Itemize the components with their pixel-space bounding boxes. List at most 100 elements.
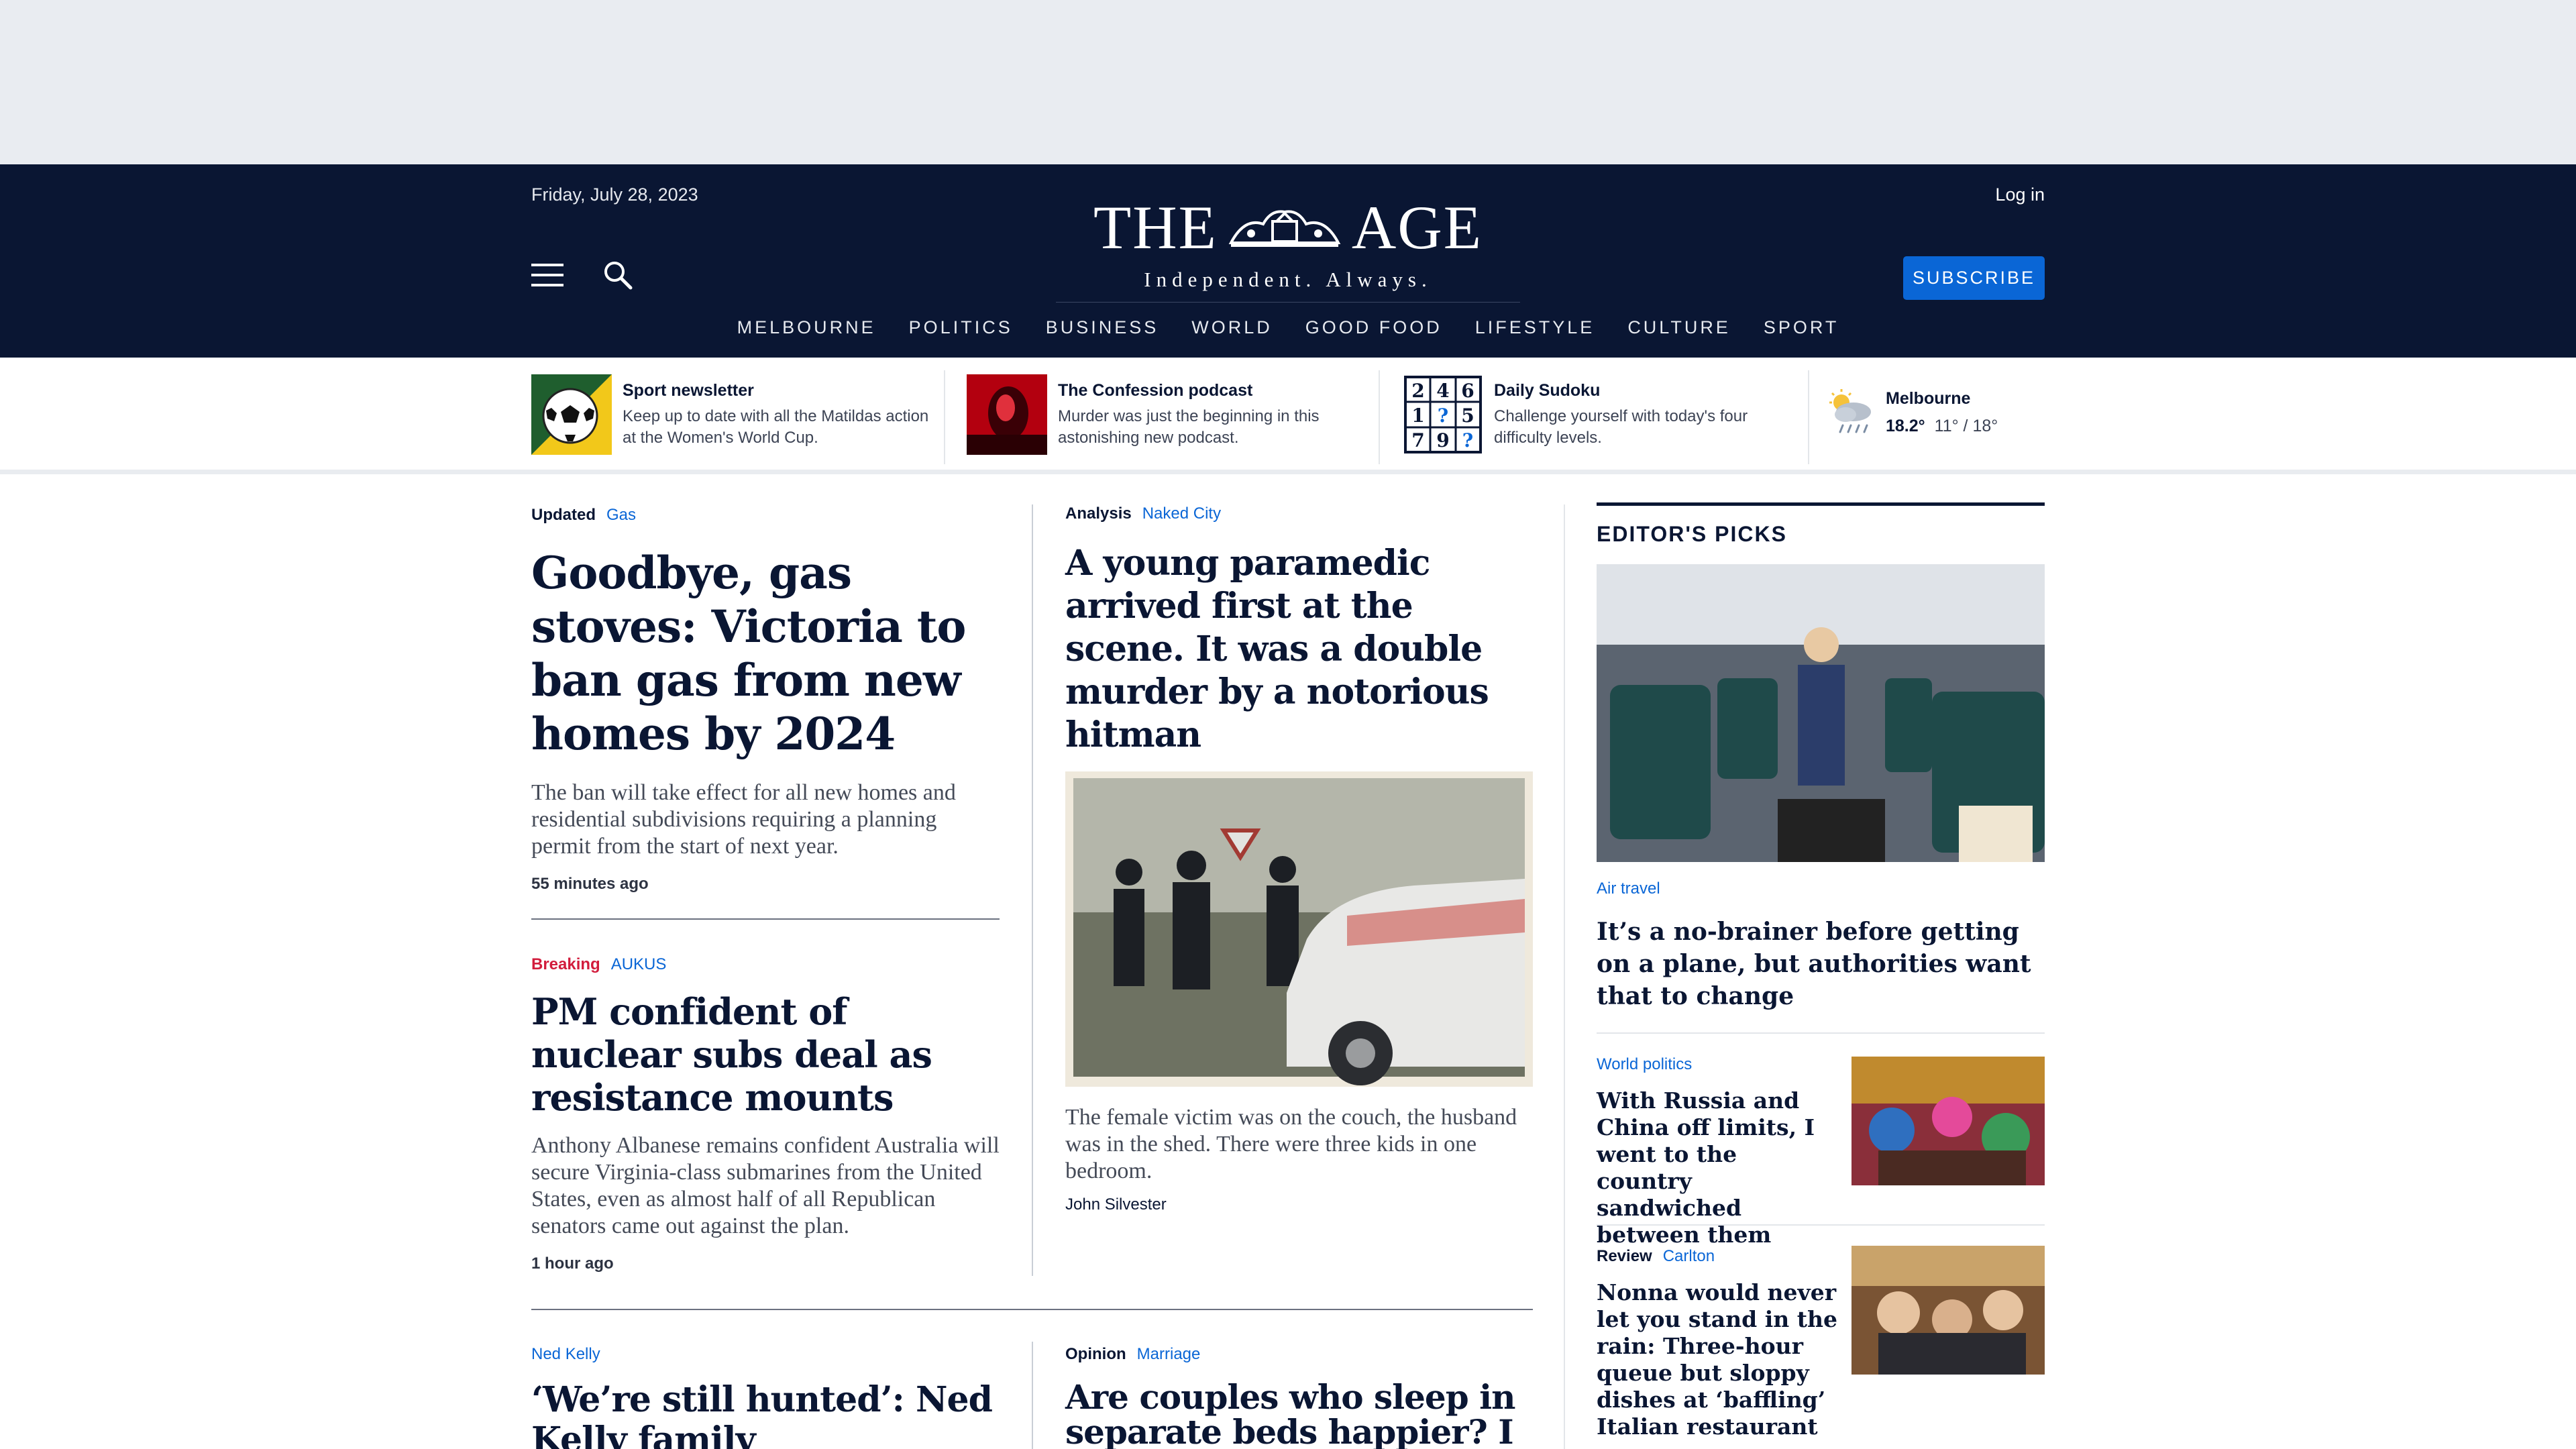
story-timestamp: 1 hour ago <box>531 1254 614 1273</box>
story-kicker: Breaking AUKUS <box>531 955 1000 974</box>
soccer-ball-thumbnail <box>531 374 612 455</box>
story-label: Opinion <box>1065 1345 1126 1363</box>
nav-item-politics[interactable]: POLITICS <box>909 317 1013 338</box>
pick-item: Review Carlton Nonna would never let you … <box>1597 1224 2045 1440</box>
promo-title: Daily Sudoku <box>1494 381 1601 400</box>
section-nav: MELBOURNE POLITICS BUSINESS WORLD GOOD F… <box>0 317 2576 338</box>
story-ned-kelly: Ned Kelly ‘We’re still hunted’: Ned Kell… <box>531 1345 1000 1449</box>
logo-wordmark-right: AGE <box>1351 193 1483 262</box>
story-tag-link[interactable]: AUKUS <box>611 955 667 973</box>
nav-item-melbourne[interactable]: MELBOURNE <box>737 317 876 338</box>
weather-temperatures: 18.2° 11° / 18° <box>1886 417 1998 436</box>
airplane-cabin-photo[interactable] <box>1597 564 2045 862</box>
story-standfirst: The female victim was on the couch, the … <box>1065 1105 1517 1183</box>
sudoku-cell: 7 <box>1411 429 1424 451</box>
author-link[interactable]: John Silvester <box>1065 1195 1533 1214</box>
story-headline[interactable]: Are couples who sleep in separate beds h… <box>1065 1380 1533 1449</box>
story-kicker: Analysis Naked City <box>1065 504 1533 523</box>
story-label: Analysis <box>1065 504 1132 523</box>
promo-sport-newsletter[interactable]: Sport newsletter Keep up to date with al… <box>531 370 944 464</box>
nav-item-sport[interactable]: SPORT <box>1764 317 1839 338</box>
promo-strip: Sport newsletter Keep up to date with al… <box>531 370 2045 464</box>
feature-story-column: Analysis Naked City A young paramedic arr… <box>1065 504 1533 1214</box>
sudoku-cell: 4 <box>1436 380 1449 402</box>
promo-description: Challenge yourself with today's four dif… <box>1494 407 1748 447</box>
opinion-story-column: Opinion Marriage Are couples who sleep in… <box>1065 1345 1533 1449</box>
sudoku-cell: ? <box>1462 429 1473 451</box>
nav-item-business[interactable]: BUSINESS <box>1046 317 1159 338</box>
story-divider <box>531 918 1000 920</box>
pick-headline[interactable]: Nonna would never let you stand in the r… <box>1597 1279 1858 1440</box>
picks-top-rule <box>1597 502 2045 506</box>
current-date: Friday, July 28, 2023 <box>531 184 698 205</box>
story-tag-link[interactable]: Gas <box>606 506 636 524</box>
weather-city: Melbourne <box>1886 389 1971 408</box>
masthead: Friday, July 28, 2023 Log in THE AGE Ind… <box>0 164 2576 358</box>
subscribe-button[interactable]: SUBSCRIBE <box>1903 256 2045 300</box>
story-separate-beds: Opinion Marriage Are couples who sleep in… <box>1065 1345 1533 1449</box>
story-tag-link[interactable]: Marriage <box>1137 1345 1201 1363</box>
weather-widget[interactable]: Melbourne 18.2° 11° / 18° <box>1808 370 2045 464</box>
promo-description: Murder was just the beginning in this as… <box>1058 407 1320 447</box>
story-headline[interactable]: ‘We’re still hunted’: Ned Kelly family d… <box>531 1380 1000 1449</box>
promo-confession-podcast[interactable]: The Confession podcast Murder was just t… <box>944 370 1379 464</box>
login-link[interactable]: Log in <box>1995 184 2045 205</box>
nav-item-world[interactable]: WORLD <box>1191 317 1273 338</box>
pick-tag-link[interactable]: Air travel <box>1597 879 2045 898</box>
restaurant-review-thumbnail[interactable] <box>1851 1246 2045 1375</box>
advertisement-band <box>0 0 2576 164</box>
story-headline[interactable]: Goodbye, gas stoves: Victoria to ban gas… <box>531 546 1000 761</box>
story-tag-link[interactable]: Naked City <box>1142 504 1221 523</box>
aukus-story-column: Breaking AUKUS PM confident of nuclear su… <box>531 955 1000 1273</box>
promo-description: Keep up to date with all the Matildas ac… <box>623 407 929 447</box>
world-politics-thumbnail[interactable] <box>1851 1057 2045 1185</box>
column-divider <box>1564 504 1565 1449</box>
partly-cloudy-rain-icon <box>1829 389 1871 433</box>
editors-picks-heading: EDITOR'S PICKS <box>1597 522 1787 546</box>
lead-stories-column: Updated Gas Goodbye, gas stoves: Victoria… <box>531 504 1000 894</box>
sudoku-cell: 5 <box>1461 405 1474 427</box>
section-divider <box>531 1309 1533 1310</box>
nav-item-lifestyle[interactable]: LIFESTYLE <box>1475 317 1595 338</box>
sudoku-cell: 2 <box>1411 380 1424 402</box>
hamburger-menu-icon[interactable] <box>531 264 564 286</box>
logo-wordmark-left: THE <box>1093 193 1218 262</box>
editors-picks: EDITOR'S PICKS Air travel It’s a no-brai… <box>1597 502 2045 1440</box>
search-icon[interactable] <box>601 258 635 292</box>
sudoku-cell: 9 <box>1436 429 1449 451</box>
nav-item-good-food[interactable]: GOOD FOOD <box>1305 317 1442 338</box>
promo-divider <box>0 470 2576 474</box>
story-standfirst: The ban will take effect for all new hom… <box>531 780 956 859</box>
story-standfirst: Anthony Albanese remains confident Austr… <box>531 1133 1000 1238</box>
nav-item-culture[interactable]: CULTURE <box>1627 317 1731 338</box>
story-label: Updated <box>531 506 596 524</box>
review-label: Review <box>1597 1247 1652 1265</box>
crest-icon <box>1228 210 1341 247</box>
crime-scene-photo[interactable] <box>1065 771 1533 1087</box>
story-headline[interactable]: A young paramedic arrived first at the s… <box>1065 542 1533 757</box>
story-tag-link[interactable]: Ned Kelly <box>531 1345 600 1363</box>
sudoku-cell: ? <box>1438 405 1448 427</box>
nav-divider <box>1056 302 1520 303</box>
column-divider <box>1032 504 1033 1276</box>
logo-tagline: Independent. Always. <box>1144 268 1432 291</box>
the-age-logo[interactable]: THE AGE Independent. Always. <box>1073 197 1503 292</box>
temperature-range: 11° / 18° <box>1934 417 1998 435</box>
story-kicker: Opinion Marriage <box>1065 1345 1533 1364</box>
breaking-label: Breaking <box>531 955 600 973</box>
current-temperature: 18.2° <box>1886 417 1925 435</box>
sudoku-cell: 6 <box>1461 380 1474 402</box>
promo-title: Sport newsletter <box>623 381 754 400</box>
story-gas-ban: Updated Gas Goodbye, gas stoves: Victoria… <box>531 506 1000 894</box>
story-kicker: Ned Kelly <box>531 1345 1000 1364</box>
story-headline[interactable]: PM confident of nuclear subs deal as res… <box>531 990 1000 1119</box>
story-timestamp: 55 minutes ago <box>531 875 649 893</box>
promo-daily-sudoku[interactable]: 2 4 6 1? 5 7 9? Daily Sudoku Challenge yoursel… <box>1379 370 1808 464</box>
story-kicker: Updated Gas <box>531 506 1000 525</box>
sudoku-cell: 1 <box>1411 405 1424 427</box>
pick-headline[interactable]: It’s a no-brainer before getting on a pl… <box>1597 916 2045 1012</box>
sudoku-grid-icon: 2 4 61? 57 9? <box>1404 376 1482 453</box>
pick-tag-link[interactable]: Carlton <box>1663 1247 1715 1265</box>
ned-kelly-story-column: Ned Kelly ‘We’re still hunted’: Ned Kell… <box>531 1345 1000 1449</box>
story-paramedic: Analysis Naked City A young paramedic arr… <box>1065 504 1533 1214</box>
